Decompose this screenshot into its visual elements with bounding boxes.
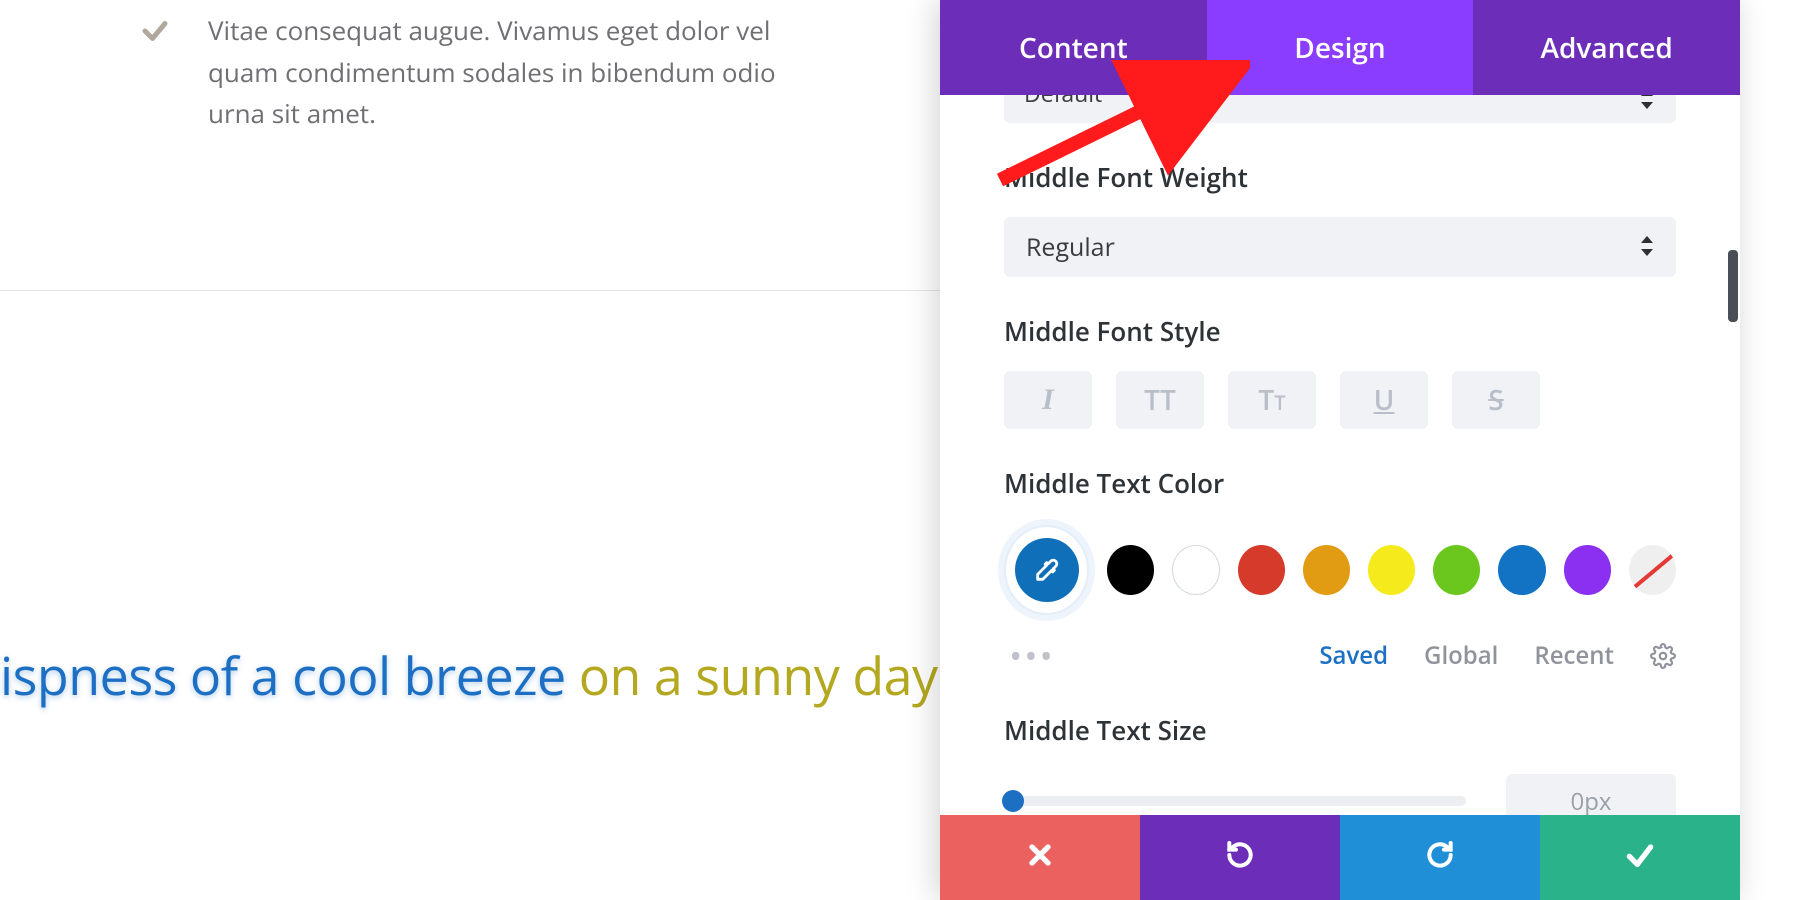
color-swatches: [1004, 525, 1676, 615]
swatch-blue[interactable]: [1498, 545, 1545, 595]
font-weight-label: Middle Font Weight: [1004, 159, 1676, 195]
panel-footer: [940, 815, 1740, 900]
text-size-label: Middle Text Size: [1004, 712, 1676, 748]
text-size-value[interactable]: 0px: [1506, 774, 1676, 815]
color-tab-saved[interactable]: Saved: [1319, 639, 1388, 672]
select-chevron-icon: [1640, 95, 1654, 116]
color-tab-global[interactable]: Global: [1424, 639, 1498, 672]
font-weight-value: Regular: [1026, 230, 1115, 264]
page-preview: Vitae consequat augue. Vivamus eget dolo…: [0, 0, 940, 900]
design-panel-body: Default Middle Font Weight Regular Middl…: [940, 95, 1740, 815]
tab-content[interactable]: Content: [940, 0, 1207, 95]
swatch-none[interactable]: [1629, 545, 1676, 595]
more-colors-button[interactable]: •••: [1010, 635, 1283, 676]
settings-tabs: Content Design Advanced: [940, 0, 1740, 95]
redo-button[interactable]: [1340, 815, 1540, 900]
eyedropper-icon: [1015, 538, 1079, 602]
font-style-buttons: I TT TT U S: [1004, 371, 1676, 429]
undo-icon: [1224, 839, 1256, 876]
font-weight-select[interactable]: Regular: [1004, 217, 1676, 277]
swatch-purple[interactable]: [1564, 545, 1611, 595]
bullet-text: Vitae consequat augue. Vivamus eget dolo…: [208, 10, 808, 135]
style-italic-button[interactable]: I: [1004, 371, 1092, 429]
font-style-label: Middle Font Style: [1004, 313, 1676, 349]
text-size-row: 0px: [1004, 774, 1676, 815]
text-size-slider[interactable]: [1004, 796, 1466, 806]
section-divider: [0, 290, 940, 291]
check-icon: [1624, 839, 1656, 876]
tab-design[interactable]: Design: [1207, 0, 1474, 95]
style-uppercase-button[interactable]: TT: [1116, 371, 1204, 429]
prev-section-select[interactable]: Default: [1004, 95, 1676, 123]
hero-text-blue: ispness of a cool breeze: [0, 640, 566, 711]
color-picker-button[interactable]: [1004, 525, 1089, 615]
undo-button[interactable]: [1140, 815, 1340, 900]
swatch-red[interactable]: [1238, 545, 1285, 595]
hero-text: ispness of a cool breeze on a sunny day: [0, 640, 938, 711]
text-color-label: Middle Text Color: [1004, 465, 1676, 501]
swatch-white[interactable]: [1172, 545, 1219, 595]
style-underline-button[interactable]: U: [1340, 371, 1428, 429]
style-strike-button[interactable]: S: [1452, 371, 1540, 429]
settings-panel: Content Design Advanced Default Middle F…: [940, 0, 1740, 900]
slider-thumb[interactable]: [1002, 790, 1024, 812]
redo-icon: [1424, 839, 1456, 876]
swatch-yellow[interactable]: [1368, 545, 1415, 595]
prev-section-select-value: Default: [1024, 95, 1102, 109]
color-settings-button[interactable]: [1650, 643, 1676, 669]
color-tab-recent[interactable]: Recent: [1534, 639, 1614, 672]
select-chevron-icon: [1640, 230, 1654, 264]
close-icon: [1024, 839, 1056, 876]
panel-scrollbar[interactable]: [1728, 250, 1738, 322]
swatch-orange[interactable]: [1303, 545, 1350, 595]
save-button[interactable]: [1540, 815, 1740, 900]
hero-text-olive: on a sunny day: [566, 640, 938, 711]
swatch-black[interactable]: [1107, 545, 1154, 595]
tab-advanced[interactable]: Advanced: [1473, 0, 1740, 95]
color-palette-tabs: ••• Saved Global Recent: [1004, 635, 1676, 676]
swatch-green[interactable]: [1433, 545, 1480, 595]
cancel-button[interactable]: [940, 815, 1140, 900]
check-icon: [140, 14, 170, 135]
bullet-row: Vitae consequat augue. Vivamus eget dolo…: [140, 10, 920, 135]
gear-icon: [1650, 643, 1676, 669]
style-titlecase-button[interactable]: TT: [1228, 371, 1316, 429]
